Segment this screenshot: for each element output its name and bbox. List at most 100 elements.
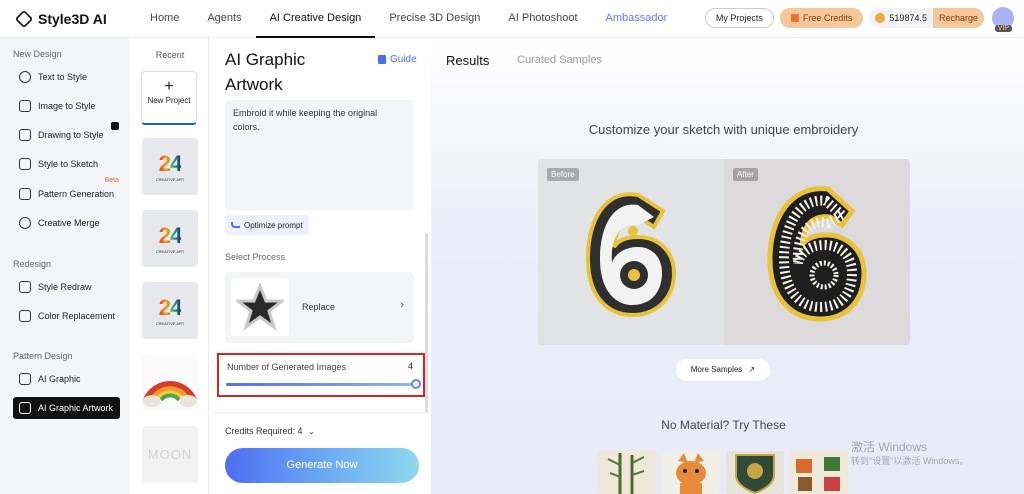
- nav-agents[interactable]: Agents: [193, 0, 255, 38]
- bamboo-image: [607, 453, 645, 494]
- guide-label: Guide: [390, 54, 417, 65]
- recent-thumb[interactable]: MOON: [142, 426, 198, 483]
- sample-crest[interactable]: [726, 451, 784, 494]
- sidebar-item-image-to-style[interactable]: Image to Style: [13, 95, 123, 117]
- credits-required[interactable]: Credits Required: 4 ⌄: [225, 426, 315, 436]
- credits-balance: 519874.5 Recharge: [869, 8, 984, 28]
- text-style-icon: [19, 71, 31, 83]
- form-panel: AI Graphic Artwork Guide Embroid it whil…: [212, 38, 430, 494]
- guide-link[interactable]: Guide: [378, 54, 417, 65]
- thumb-number: 24: [158, 295, 183, 320]
- process-selector[interactable]: Replace ›: [225, 272, 414, 343]
- new-project-button[interactable]: + New Project: [141, 71, 197, 125]
- sidebar-item-label: AI Graphic Artwork: [38, 403, 114, 413]
- star-image: [236, 283, 284, 331]
- my-projects-button[interactable]: My Projects: [704, 8, 774, 28]
- num-images-slider[interactable]: [226, 383, 416, 386]
- main-nav: Home Agents AI Creative Design Precise 3…: [136, 0, 681, 38]
- thumb-moon-text: MOON: [147, 447, 193, 462]
- sidebar-item-label: AI Graphic: [38, 374, 81, 384]
- sidebar-item-label: Drawing to Style: [38, 130, 104, 140]
- nav-home[interactable]: Home: [136, 0, 193, 38]
- nav-ai-photoshoot[interactable]: AI Photoshoot: [494, 0, 591, 38]
- free-credits-button[interactable]: Free Credits: [779, 8, 864, 28]
- sample-bamboo[interactable]: [598, 451, 656, 494]
- thumb-number: 24: [158, 151, 183, 176]
- after-tag: After: [733, 168, 758, 181]
- sidebar-item-color-replacement[interactable]: Color Replacement: [13, 305, 123, 327]
- windows-activation-watermark: 激活 Windows 转到"设置"以激活 Windows。: [851, 440, 968, 468]
- recharge-button[interactable]: Recharge: [932, 8, 984, 28]
- section-redesign: Redesign: [13, 259, 52, 269]
- recent-thumb[interactable]: 24 CREATIVE ART: [142, 138, 198, 195]
- top-bar: Style3D AI Home Agents AI Creative Desig…: [0, 0, 1024, 38]
- sidebar-item-style-redraw[interactable]: Style Redraw: [13, 276, 123, 298]
- watermark-line-1: 激活 Windows: [851, 440, 928, 454]
- sidebar-item-drawing-to-style[interactable]: Drawing to Style: [13, 122, 123, 146]
- panel-scrollbar[interactable]: [425, 233, 428, 413]
- credits-value: 519874.5: [889, 13, 927, 23]
- gift-icon: [790, 14, 799, 22]
- watermark-line-2: 转到"设置"以激活 Windows。: [851, 456, 969, 466]
- num-images-label: Number of Generated Images: [227, 362, 347, 372]
- nav-precise-3d-design[interactable]: Precise 3D Design: [375, 0, 494, 38]
- sidebar-item-text-to-style[interactable]: Text to Style: [13, 66, 123, 88]
- before-image: Before: [538, 159, 724, 345]
- redraw-icon: [19, 281, 31, 293]
- recent-thumb[interactable]: [142, 354, 198, 411]
- tab-curated-samples[interactable]: Curated Samples: [517, 54, 602, 66]
- graphic-icon: [19, 373, 31, 385]
- thumb-caption: CREATIVE ART: [155, 177, 185, 182]
- sidebar-item-label: Pattern Generation: [38, 189, 115, 199]
- more-samples-button[interactable]: More Samples ↗: [676, 359, 770, 381]
- sidebar: New Design Text to Style Image to Style …: [0, 38, 130, 494]
- nav-ai-creative-design[interactable]: AI Creative Design: [255, 0, 376, 38]
- sidebar-item-label: Style to Sketch: [38, 159, 99, 169]
- thumb-caption: CREATIVE ART: [155, 249, 185, 254]
- pattern-icon: [19, 188, 31, 200]
- sidebar-item-label: Style Redraw: [38, 282, 92, 292]
- shirt-icon: [19, 129, 31, 141]
- sidebar-item-creative-merge[interactable]: Creative Merge: [13, 212, 123, 234]
- generate-now-button[interactable]: Generate Now: [225, 448, 419, 483]
- logo-icon: [14, 9, 34, 28]
- thumb-caption: CREATIVE ART: [155, 321, 185, 326]
- optimize-prompt-button[interactable]: Optimize prompt: [225, 215, 309, 235]
- sidebar-item-pattern-generation[interactable]: Pattern Generation Beta: [13, 177, 123, 205]
- results-headline: Customize your sketch with unique embroi…: [588, 122, 859, 137]
- nav-ambassador[interactable]: Ambassador: [592, 0, 682, 38]
- no-material-heading: No Material? Try These: [661, 418, 786, 432]
- logo[interactable]: Style3D AI: [14, 9, 136, 28]
- lock-icon: [111, 122, 119, 130]
- recent-thumb[interactable]: 24 CREATIVE ART: [142, 282, 198, 339]
- after-image: After: [724, 159, 910, 345]
- sidebar-item-ai-graphic-artwork[interactable]: AI Graphic Artwork: [13, 397, 120, 419]
- logo-text: Style3D AI: [38, 10, 107, 27]
- process-thumbnail: [231, 278, 289, 336]
- new-project-label: New Project: [147, 96, 191, 105]
- sidebar-item-style-to-sketch[interactable]: Style to Sketch: [13, 153, 123, 175]
- beta-badge: Beta: [104, 177, 119, 184]
- recent-title: Recent: [155, 50, 185, 60]
- generated-images-control: Number of Generated Images 4: [217, 353, 425, 397]
- slider-handle[interactable]: [411, 379, 421, 389]
- optimize-label: Optimize prompt: [244, 220, 303, 230]
- sample-cat[interactable]: [662, 451, 720, 494]
- num-images-value: 4: [407, 361, 413, 371]
- sidebar-item-label: Text to Style: [38, 72, 88, 82]
- sample-pixel-animals[interactable]: [790, 451, 848, 494]
- recent-thumb[interactable]: 24 CREATIVE ART: [142, 210, 198, 267]
- sidebar-item-ai-graphic[interactable]: AI Graphic: [13, 368, 123, 390]
- pixel-animals-image: [796, 457, 840, 491]
- plus-icon: +: [164, 78, 174, 95]
- free-credits-label: Free Credits: [802, 13, 853, 23]
- section-new-design: New Design: [13, 49, 62, 59]
- before-tag: Before: [547, 168, 579, 181]
- process-label: Select Process: [225, 252, 286, 262]
- color-fill-icon: [19, 310, 31, 322]
- tab-results[interactable]: Results: [446, 53, 489, 68]
- prompt-textarea[interactable]: Embroid it while keeping the original co…: [225, 100, 414, 210]
- magic-wand-icon: [231, 222, 240, 228]
- recent-panel: Recent + New Project 24 CREATIVE ART 24 …: [131, 38, 341, 494]
- results-area: Results Curated Samples Customize your s…: [431, 38, 1024, 494]
